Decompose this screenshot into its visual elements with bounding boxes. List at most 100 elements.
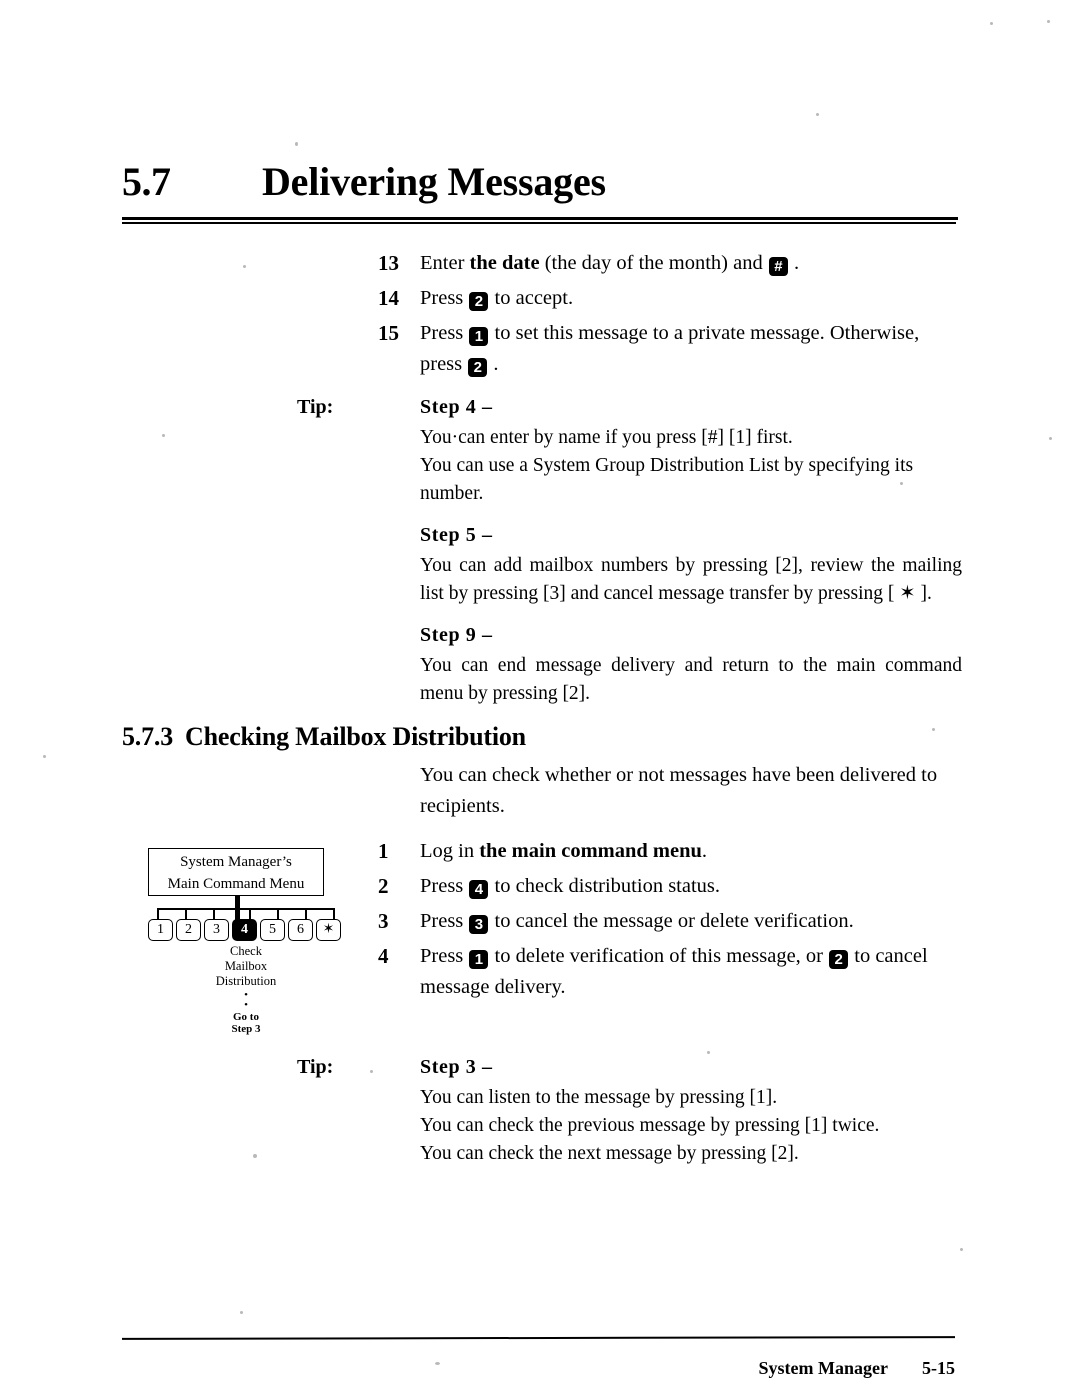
page-title: 5.7 Delivering Messages — [122, 158, 958, 205]
diagram-caption: Check Mailbox Distribution — [193, 944, 299, 989]
tip-paragraph: You can listen to the message by pressin… — [420, 1084, 962, 1168]
diagram-bus-line — [157, 908, 334, 910]
tip-line: You can add mailbox numbers by pressing … — [420, 555, 962, 604]
scan-speck — [43, 755, 46, 758]
scan-speck — [1049, 437, 1052, 440]
diagram-menu-box: System Manager’s Main Command Menu — [148, 848, 324, 896]
diagram-key-4: 4 — [232, 919, 257, 941]
tip-paragraph: You·can enter by name if you press [#] [… — [420, 424, 962, 508]
step-text: Press 2 to accept. — [420, 287, 574, 311]
diagram-box-line1: System Manager’s — [180, 854, 292, 870]
scan-speck — [295, 142, 298, 146]
scan-speck — [932, 728, 935, 731]
tip-label: Tip: — [297, 396, 334, 418]
page-number: 5-15 — [922, 1358, 955, 1378]
footer-left-label: System Manager — [758, 1358, 888, 1378]
tip-line: You·can enter by name if you press [#] [… — [420, 427, 793, 448]
step-item: 14 Press 2 to accept. — [378, 283, 964, 314]
step-text: Press 3 to cancel the message or delete … — [420, 910, 854, 934]
subsection-intro: You can check whether or not messages ha… — [420, 764, 938, 817]
tip-content: Step 4 – You·can enter by name if you pre… — [420, 396, 964, 708]
scan-speck — [435, 1362, 440, 1365]
subsection-number: 5.7.3 — [122, 722, 174, 751]
scan-speck — [243, 265, 246, 268]
step-item: 2 Press 4 to check distribution status. — [378, 871, 964, 902]
scan-speck — [960, 1248, 963, 1251]
footer: System Manager 5-15 — [600, 1358, 955, 1379]
step-number: 4 — [378, 944, 389, 968]
tip-block-top: Tip: Step 4 – You·can enter by name if yo… — [297, 396, 964, 708]
title-double-rule — [122, 217, 958, 224]
step-item: 15 Press 1 to set this message to a priva… — [378, 318, 964, 380]
diagram-caption-line3: Distribution — [215, 974, 277, 988]
diagram-caption-line1: Check — [230, 944, 262, 958]
subsection-heading: 5.7.3 Checking Mailbox Distribution — [122, 722, 526, 752]
page-title-text: Delivering Messages — [262, 159, 606, 204]
tip-block-bottom: Tip: Step 3 – You can listen to the messa… — [297, 1056, 964, 1168]
tip-paragraph: You can end message delivery and return … — [420, 652, 962, 708]
tip-paragraph: You can add mailbox numbers by pressing … — [420, 552, 962, 608]
scan-speck — [990, 22, 993, 25]
step-item: 13 Enter the date (the day of the month) … — [378, 248, 964, 279]
diagram-box-line2: Main Command Menu — [167, 876, 305, 892]
diagram-dotted-continuation: • • — [244, 989, 248, 1011]
tip-line: You can check the previous message by pr… — [420, 1115, 880, 1136]
step-text: Enter the date (the day of the month) an… — [420, 252, 800, 276]
step-number: 1 — [378, 839, 389, 863]
emphasis-text: the date — [469, 252, 540, 274]
step-number: 2 — [378, 874, 389, 898]
step-number: 13 — [378, 251, 399, 275]
tip-line: You can use a System Group Distribution … — [420, 455, 914, 504]
step-text: Press 1 to delete verification of this m… — [420, 945, 928, 998]
diagram-key-2: 2 — [176, 919, 201, 941]
tip-line: You can listen to the message by pressin… — [420, 1087, 778, 1108]
scan-speck — [240, 1311, 243, 1314]
tip-step-heading: Step 9 – — [420, 624, 493, 646]
scan-speck — [1047, 20, 1050, 23]
keypad-key-4: 4 — [469, 880, 489, 899]
step-item: 4 Press 1 to delete verification of this … — [378, 941, 964, 1003]
keypad-key-2: 2 — [829, 950, 849, 969]
footer-rule — [121, 1336, 956, 1340]
tip-label: Tip: — [297, 1056, 334, 1078]
steps-list-top: 13 Enter the date (the day of the month) … — [378, 248, 964, 384]
keypad-key-1: 1 — [469, 327, 489, 346]
tip-line: You can end message delivery and return … — [420, 655, 962, 704]
diagram-goto-line1: Go to — [233, 1011, 259, 1023]
scan-speck — [816, 113, 819, 116]
scan-speck — [162, 434, 165, 437]
step-number: 3 — [378, 909, 389, 933]
tip-line: You can check the next message by pressi… — [420, 1143, 799, 1164]
keypad-key-hash: # — [768, 257, 788, 276]
diagram-goto: Go to Step 3 — [193, 1011, 299, 1035]
step-text: Press 4 to check distribution status. — [420, 875, 721, 899]
keypad-key-2: 2 — [469, 292, 489, 311]
keypad-key-1: 1 — [469, 950, 489, 969]
diagram-key-row: 1 2 3 4 5 6 ✶ — [148, 919, 348, 941]
diagram-goto-line2: Step 3 — [231, 1023, 261, 1035]
diagram-key-6: 6 — [288, 919, 313, 941]
tip-step-heading: Step 5 – — [420, 524, 493, 546]
diagram-key-star: ✶ — [316, 919, 341, 941]
keypad-key-3: 3 — [469, 915, 489, 934]
diagram-caption-line2: Mailbox — [224, 959, 268, 973]
command-menu-diagram: System Manager’s Main Command Menu 12345… — [140, 845, 370, 1035]
step-number: 14 — [378, 286, 399, 310]
tip-step-heading: Step 4 – — [420, 396, 493, 418]
document-page: 5.7 Delivering Messages 13 Enter the date… — [0, 0, 1080, 1391]
step-text: Press 1 to set this message to a private… — [420, 322, 920, 377]
emphasis-text: the main command menu — [479, 840, 702, 862]
step-text: Log in the main command menu. — [420, 840, 708, 862]
page-title-number: 5.7 — [122, 159, 171, 204]
scan-speck — [253, 1154, 257, 1158]
tip-step-heading: Step 3 – — [420, 1056, 493, 1078]
scan-speck — [707, 1051, 710, 1054]
step-number: 15 — [378, 321, 399, 345]
diagram-key-3: 3 — [204, 919, 229, 941]
subsection-title: Checking Mailbox Distribution — [185, 722, 526, 751]
tip-content: Step 3 – You can listen to the message by… — [420, 1056, 964, 1168]
step-item: 1 Log in the main command menu. — [378, 836, 964, 867]
diagram-key-1: 1 — [148, 919, 173, 941]
keypad-key-2: 2 — [468, 358, 488, 377]
steps-list-bottom: 1 Log in the main command menu. 2 Press 4 t… — [378, 836, 964, 1007]
